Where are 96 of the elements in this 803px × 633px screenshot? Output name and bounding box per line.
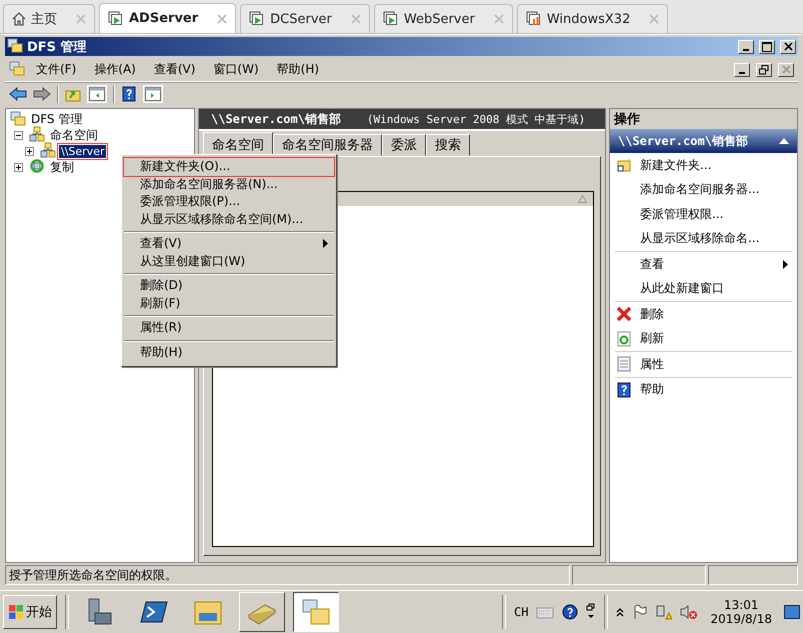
menu-item[interactable]: 新建文件夹(O)... [124, 158, 334, 176]
remote-desktop-icon [382, 11, 399, 27]
replication-icon [29, 158, 45, 174]
collapse-icon[interactable] [779, 138, 789, 144]
action-link[interactable]: 帮助 [640, 381, 664, 398]
clock-time[interactable]: 13:01 [724, 598, 759, 612]
expand-toggle[interactable] [14, 162, 26, 172]
close-icon [782, 65, 790, 74]
browser-tab[interactable]: 主页 [3, 4, 95, 33]
menu-item[interactable]: 从显示区域移除命名空间(M)... [124, 210, 334, 228]
tree-item[interactable]: DFS 管理 [29, 110, 84, 128]
tab[interactable]: 委派 [382, 134, 426, 156]
menu-item[interactable]: 从这里创建窗口(W) [124, 252, 334, 270]
action-link[interactable]: 刷新 [640, 330, 664, 348]
menu-item[interactable]: 添加命名空间服务器(N)... [124, 176, 334, 193]
action-link[interactable]: 查看 [640, 256, 664, 273]
folders-icon [10, 110, 26, 126]
menu-item[interactable]: 委派管理权限(P)... [124, 193, 334, 210]
minimize-button[interactable] [734, 62, 750, 76]
back-arrow-icon[interactable] [9, 87, 27, 101]
remote-desktop-icon [526, 11, 542, 27]
window-title: DFS 管理 [27, 38, 87, 56]
windows-logo-icon [8, 604, 24, 620]
menu-item[interactable]: 删除(D) [124, 277, 334, 294]
namespace-icon [40, 142, 56, 158]
minimize-button[interactable] [738, 40, 754, 54]
remote-desktop-icon [108, 10, 124, 26]
menu-item[interactable]: 属性(R) [124, 319, 334, 336]
browser-tab[interactable]: DCServer [240, 4, 370, 33]
maximize-button[interactable] [759, 40, 775, 54]
remote-desktop-icon [249, 11, 266, 27]
clock-date[interactable]: 2019/8/18 [710, 612, 772, 626]
collapse-toggle[interactable] [14, 130, 26, 140]
tab[interactable]: 命名空间 [203, 132, 273, 156]
maximize-icon [762, 42, 772, 52]
action-link[interactable]: 属性 [640, 356, 664, 373]
action-link[interactable]: 委派管理权限... [640, 206, 724, 223]
folders-icon [7, 37, 23, 53]
help-icon[interactable] [121, 86, 137, 102]
home-icon [12, 12, 26, 26]
submenu-arrow-icon [783, 260, 788, 269]
close-button[interactable] [778, 62, 794, 76]
new-folder-icon [616, 157, 632, 174]
menu-item[interactable]: 文件(F) [29, 61, 84, 78]
expand-toggle[interactable] [25, 146, 37, 156]
menu-item[interactable]: 帮助(H) [270, 61, 326, 78]
action-link[interactable]: 从显示区域移除命名... [640, 230, 760, 248]
menu-item[interactable]: 操作(A) [87, 61, 143, 78]
tree-item[interactable]: 命名空间 [48, 126, 100, 144]
options-icon[interactable] [586, 603, 596, 621]
namespace-icon [29, 126, 45, 142]
show-desktop-icon[interactable] [784, 605, 800, 619]
tab[interactable]: 搜索 [426, 134, 470, 156]
folders-icon [9, 60, 25, 76]
refresh-icon [616, 330, 632, 347]
browser-tab[interactable]: ADServer [99, 3, 236, 33]
minimize-icon [743, 48, 749, 50]
actions-title: 操作 [610, 109, 797, 129]
network-warning-icon[interactable] [656, 604, 672, 620]
submenu-arrow-icon [323, 239, 328, 248]
taskbar-app[interactable] [293, 592, 339, 632]
folders-icon [301, 597, 331, 627]
action-link[interactable]: 新建文件夹... [640, 156, 712, 174]
help-icon[interactable] [562, 604, 578, 620]
action-link[interactable]: 添加命名空间服务器... [640, 181, 760, 198]
minimize-icon [739, 72, 745, 74]
browser-tab[interactable]: WindowsX32 [516, 4, 668, 33]
forward-arrow-icon[interactable] [33, 87, 51, 101]
actions-section-header[interactable]: \\Server.com\销售部 [610, 129, 797, 153]
restore-button[interactable] [756, 62, 772, 76]
browser-tab[interactable]: WebServer [374, 4, 513, 33]
tree-item[interactable]: 复制 [48, 158, 76, 176]
menu-item[interactable]: 窗口(W) [206, 61, 266, 78]
delete-icon [616, 306, 632, 322]
tree-item[interactable]: \\Server [59, 144, 106, 158]
chevron-up-icon[interactable] [616, 607, 624, 617]
menu-item[interactable]: 查看(V) [124, 235, 334, 252]
properties-icon [616, 356, 632, 372]
status-text: 授予管理所选命名空间的权限。 [5, 565, 570, 585]
restore-icon [759, 64, 769, 74]
show-hide-tree-button[interactable] [87, 85, 107, 103]
content-subtitle: (Windows Server 2008 模式 中基于域) [366, 112, 586, 126]
action-link[interactable]: 从此处新建窗口 [640, 280, 724, 298]
menu-item[interactable]: 帮助(H) [124, 344, 334, 361]
language-indicator[interactable]: CH [514, 605, 528, 619]
menu-item[interactable]: 刷新(F) [124, 294, 334, 312]
muted-speaker-icon[interactable] [680, 604, 698, 620]
action-link[interactable]: 删除 [640, 306, 664, 323]
flag-icon[interactable] [632, 604, 648, 620]
close-button[interactable] [780, 40, 796, 54]
help-icon [616, 382, 632, 398]
close-icon [784, 42, 792, 51]
content-title: \\Server.com\销售部 [211, 110, 341, 128]
menu-item[interactable]: 查看(V) [146, 61, 202, 78]
start-button[interactable]: 开始 [3, 595, 57, 629]
show-hide-action-pane-button[interactable] [143, 85, 163, 103]
